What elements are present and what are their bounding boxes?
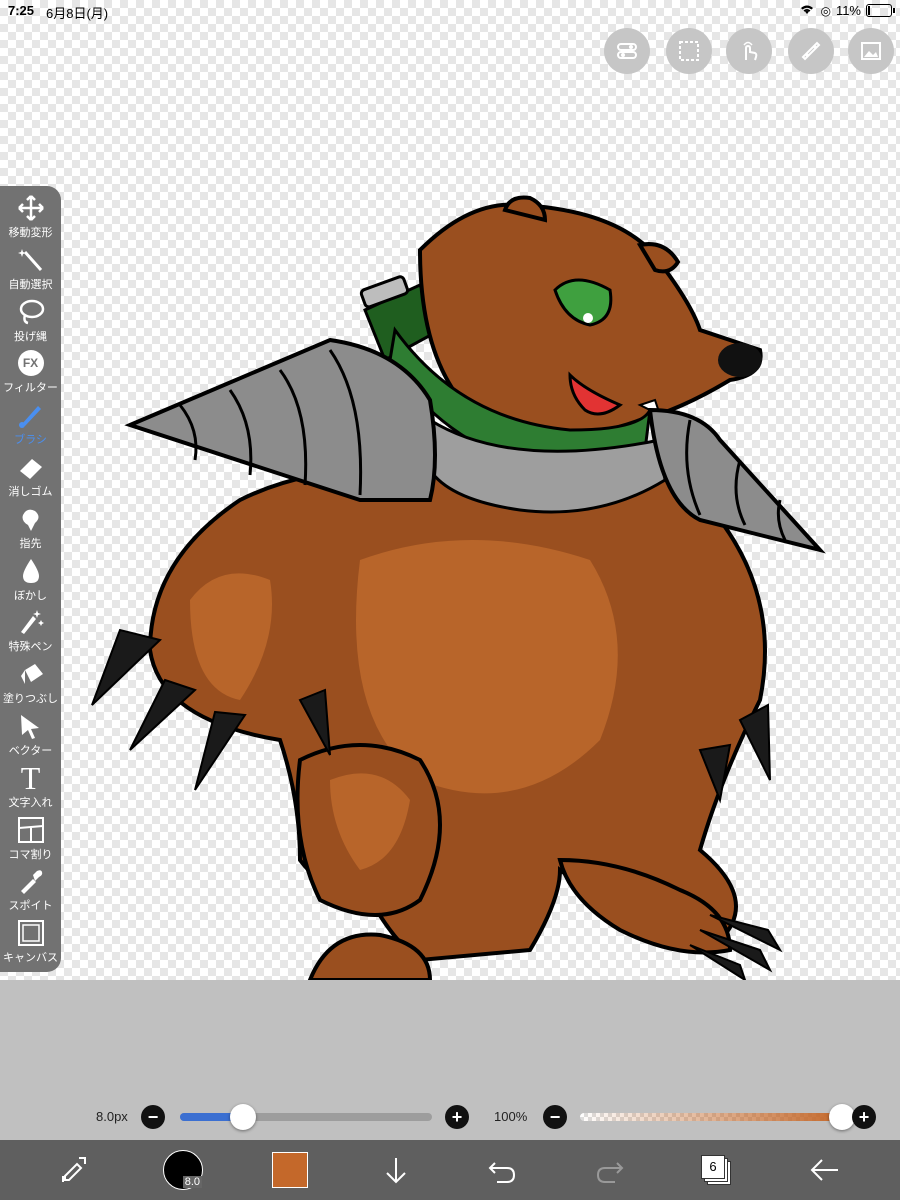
frame-icon <box>17 814 45 846</box>
download-button[interactable] <box>374 1140 418 1200</box>
arrow-left-icon <box>810 1159 838 1181</box>
opacity-label: 100% <box>494 1109 528 1124</box>
layers-button[interactable]: 6 <box>694 1140 738 1200</box>
touch-icon[interactable] <box>726 28 772 74</box>
fx-icon: FX <box>17 347 44 379</box>
tool-label: 塗りつぶし <box>2 693 59 706</box>
swap-tool-button[interactable] <box>50 1140 100 1200</box>
ruler-icon[interactable] <box>788 28 834 74</box>
tool-canvas[interactable]: キャンバス <box>0 917 61 969</box>
brush-settings-panel: 8.0px − + 100% − + <box>0 980 900 1140</box>
minus-icon: − <box>147 1107 159 1127</box>
battery-percent: 11% <box>835 3 861 18</box>
back-button[interactable] <box>802 1140 846 1200</box>
tool-vector[interactable]: ベクター <box>0 710 61 762</box>
image-icon[interactable] <box>848 28 894 74</box>
undo-icon <box>488 1162 516 1183</box>
undo-button[interactable] <box>480 1140 524 1200</box>
tool-label: ブラシ <box>14 434 47 447</box>
opacity-increase-button[interactable]: + <box>852 1105 876 1129</box>
tool-panel: 移動変形自動選択投げ縄 FX フィルターブラシ消しゴム指先ぼかし特殊ペン塗りつぶしベ… <box>0 186 61 972</box>
tool-text[interactable]: T 文字入れ <box>0 762 61 814</box>
tool-eyedropper[interactable]: スポイト <box>0 865 61 917</box>
tool-brush[interactable]: ブラシ <box>0 399 61 451</box>
drawing-canvas[interactable] <box>0 0 900 980</box>
battery-icon <box>866 4 895 17</box>
color-picker-button[interactable] <box>268 1140 312 1200</box>
tool-label: 移動変形 <box>8 227 53 239</box>
minus-icon: − <box>549 1107 561 1127</box>
artwork-bear <box>91 195 826 980</box>
layers-icon: 6 <box>701 1155 731 1185</box>
brush-preview-size: 8.0 <box>182 1176 202 1188</box>
selection-icon[interactable] <box>666 28 712 74</box>
tool-label: フィルター <box>3 382 58 395</box>
brush-preview-button[interactable]: 8.0 <box>160 1140 206 1200</box>
lasso-icon <box>17 296 45 328</box>
canvas-icon <box>17 917 45 949</box>
tool-special-pen[interactable]: 特殊ペン <box>0 606 61 658</box>
brush-icon <box>17 399 45 431</box>
tool-eraser[interactable]: 消しゴム <box>0 451 61 503</box>
eyedropper-icon <box>17 865 45 897</box>
tool-label: スポイト <box>8 900 53 913</box>
tool-label: コマ割り <box>8 848 53 861</box>
move-icon <box>17 192 45 224</box>
layer-count: 6 <box>701 1155 725 1179</box>
brush-size-decrease-button[interactable]: − <box>141 1105 165 1129</box>
opacity-decrease-button[interactable]: − <box>543 1105 567 1129</box>
brush-size-slider[interactable] <box>180 1113 432 1121</box>
eraser-icon <box>17 451 45 483</box>
status-time: 7:25 <box>8 3 35 18</box>
wifi-icon <box>799 3 815 18</box>
plus-icon: + <box>451 1107 463 1127</box>
tool-finger[interactable]: 指先 <box>0 503 61 555</box>
tool-label: 自動選択 <box>8 278 53 291</box>
brush-preview-circle: 8.0 <box>163 1150 203 1190</box>
toggle-icon[interactable] <box>604 28 650 74</box>
tool-fx[interactable]: FX フィルター <box>0 347 61 399</box>
tool-label: ぼかし <box>14 589 47 602</box>
status-bar: 7:25 6月8日(月) ◎ 11% <box>0 0 900 22</box>
bottom-toolbar: 8.0 6 <box>0 1140 900 1200</box>
brush-size-label: 8.0px <box>96 1109 128 1124</box>
tool-frame[interactable]: コマ割り <box>0 814 61 866</box>
brush-size-knob[interactable] <box>230 1104 256 1130</box>
tool-label: 特殊ペン <box>8 641 53 654</box>
tool-fill[interactable]: 塗りつぶし <box>0 658 61 710</box>
redo-button[interactable] <box>588 1140 632 1200</box>
tool-label: キャンバス <box>3 952 58 965</box>
opacity-slider[interactable] <box>580 1113 842 1121</box>
plus-icon: + <box>858 1107 870 1127</box>
tool-label: 投げ縄 <box>14 330 47 343</box>
tool-blur[interactable]: ぼかし <box>0 555 61 607</box>
tool-lasso[interactable]: 投げ縄 <box>0 296 61 348</box>
arrow-down-icon <box>386 1158 406 1184</box>
tool-label: 文字入れ <box>8 796 53 809</box>
blur-icon <box>17 555 45 587</box>
finger-icon <box>17 503 45 535</box>
tool-label: 消しゴム <box>8 486 53 498</box>
redo-icon <box>596 1162 624 1183</box>
tool-label: ベクター <box>8 745 53 757</box>
current-color-swatch <box>272 1152 308 1188</box>
brush-size-increase-button[interactable]: + <box>445 1105 469 1129</box>
orientation-lock-icon: ◎ <box>820 3 831 18</box>
special-pen-icon <box>17 606 45 638</box>
tool-magic-wand[interactable]: 自動選択 <box>0 244 61 296</box>
pen-eraser-swap-icon <box>62 1157 86 1182</box>
fill-icon <box>17 658 45 690</box>
magic-wand-icon <box>17 244 45 276</box>
text-icon: T <box>20 759 41 796</box>
tool-move[interactable]: 移動変形 <box>0 192 61 244</box>
vector-icon <box>17 710 45 742</box>
opacity-fill <box>580 1113 842 1121</box>
status-date: 6月8日(月) <box>46 6 109 21</box>
tool-label: 指先 <box>19 537 42 550</box>
